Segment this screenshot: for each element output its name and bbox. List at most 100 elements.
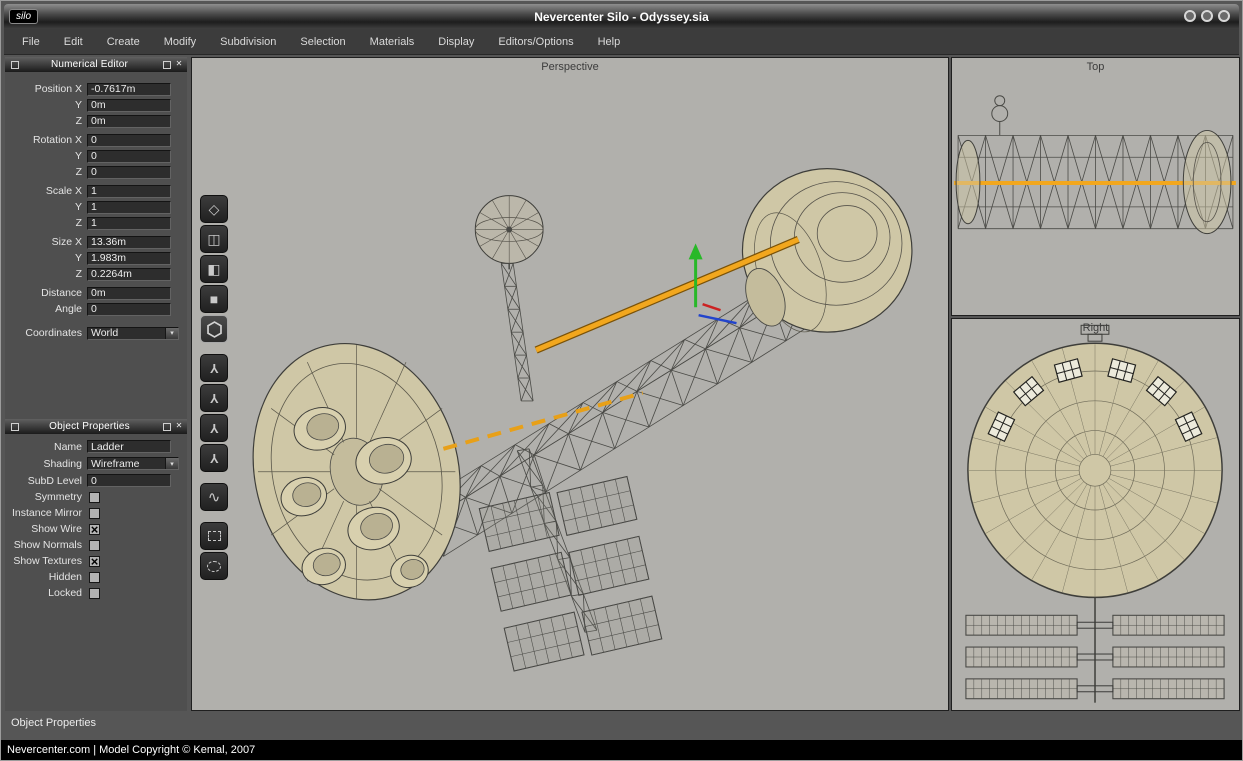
sidebar: Numerical Editor ✕ Position XYZRotation … <box>5 57 187 711</box>
position-y-label: Y <box>5 99 87 111</box>
distance-row: Distance <box>5 285 187 301</box>
show-textures-row: Show Textures× <box>5 553 187 569</box>
lasso-select-button[interactable] <box>200 552 228 580</box>
edge-mode-button[interactable]: ◫ <box>200 225 228 253</box>
menu-item-subdivision[interactable]: Subdivision <box>208 36 288 48</box>
minimize-button[interactable] <box>1184 10 1196 22</box>
menu-item-selection[interactable]: Selection <box>288 36 357 48</box>
rotation-x-input[interactable] <box>87 134 171 147</box>
coordinates-label: Coordinates <box>5 327 87 339</box>
numerical-editor-panel: Position XYZRotation XYZScale XYZSize XY… <box>5 72 187 341</box>
subd-label: SubD Level <box>5 475 87 487</box>
position-x-input[interactable] <box>87 83 171 96</box>
panel-collapse-icon[interactable] <box>11 61 19 69</box>
move-manipulator-button[interactable]: Y <box>200 354 228 382</box>
scale-manipulator-button[interactable]: Y <box>200 414 228 442</box>
angle-input[interactable] <box>87 303 171 316</box>
face-mode-button[interactable]: ◧ <box>200 255 228 283</box>
object-properties-panel: Name Shading Wireframe ▾ SubD Level Symm… <box>5 434 187 601</box>
show-wire-checkbox[interactable]: × <box>89 524 100 535</box>
size-y-input[interactable] <box>87 252 171 265</box>
menu-item-editors-options[interactable]: Editors/Options <box>486 36 585 48</box>
perspective-viewport[interactable]: Perspective ◇◫◧■YYYY∿ <box>191 57 949 711</box>
shading-dropdown[interactable]: Wireframe ▾ <box>87 457 179 470</box>
menu-item-display[interactable]: Display <box>426 36 486 48</box>
instance-mirror-label: Instance Mirror <box>5 507 87 519</box>
scale-x-label: Scale X <box>5 185 87 197</box>
scale-y-input[interactable] <box>87 201 171 214</box>
panel-close-icon[interactable]: ✕ <box>174 422 184 432</box>
menu-item-edit[interactable]: Edit <box>52 36 95 48</box>
menu-bar: FileEditCreateModifySubdivisionSelection… <box>4 29 1239 55</box>
show-textures-label: Show Textures <box>5 555 87 567</box>
top-viewport[interactable]: Top <box>951 57 1240 316</box>
numerical-editor-title: Numerical Editor <box>19 59 160 70</box>
spaceship-top-view <box>952 58 1239 315</box>
instance-mirror-checkbox[interactable] <box>89 508 100 519</box>
tripod-icon: Y <box>210 391 219 406</box>
name-input[interactable] <box>87 440 171 453</box>
position-z-row: Z <box>5 113 187 129</box>
size-x-input[interactable] <box>87 236 171 249</box>
object-properties-header[interactable]: Object Properties ✕ <box>5 419 187 434</box>
size-z-input[interactable] <box>87 268 171 281</box>
hidden-checkbox[interactable] <box>89 572 100 583</box>
right-viewport[interactable]: Right <box>951 318 1240 711</box>
maximize-button[interactable] <box>1201 10 1213 22</box>
panel-collapse-icon[interactable] <box>11 423 19 431</box>
title-bar[interactable]: silo Nevercenter Silo - Odyssey.sia <box>4 4 1239 29</box>
numerical-editor-header[interactable]: Numerical Editor ✕ <box>5 57 187 72</box>
status-text: Object Properties <box>11 717 96 729</box>
menu-item-modify[interactable]: Modify <box>152 36 208 48</box>
angle-row: Angle <box>5 301 187 317</box>
rotation-z-input[interactable] <box>87 166 171 179</box>
panel-close-icon[interactable]: ✕ <box>174 60 184 70</box>
footer-text: Nevercenter.com | Model Copyright © Kema… <box>7 744 255 756</box>
menu-item-help[interactable]: Help <box>586 36 633 48</box>
vertex-mode-button[interactable]: ◇ <box>200 195 228 223</box>
object-mode-button[interactable]: ■ <box>200 285 228 313</box>
angle-label: Angle <box>5 303 87 315</box>
app-window: silo Nevercenter Silo - Odyssey.sia File… <box>0 0 1243 761</box>
size-z-label: Z <box>5 268 87 280</box>
menu-item-file[interactable]: File <box>10 36 52 48</box>
multi-mode-button[interactable] <box>200 315 228 343</box>
menu-item-materials[interactable]: Materials <box>358 36 427 48</box>
dashed-rect-icon <box>208 531 221 541</box>
position-x-label: Position X <box>5 83 87 95</box>
locked-label: Locked <box>5 587 87 599</box>
universal-manipulator-button[interactable]: Y <box>200 444 228 472</box>
scale-x-row: Scale X <box>5 183 187 199</box>
rotate-manipulator-button[interactable]: Y <box>200 384 228 412</box>
position-y-input[interactable] <box>87 99 171 112</box>
locked-checkbox[interactable] <box>89 588 100 599</box>
subd-level-input[interactable] <box>87 474 171 487</box>
wave-icon: ∿ <box>208 488 221 506</box>
scale-x-input[interactable] <box>87 185 171 198</box>
panel-restore-icon[interactable] <box>163 423 171 431</box>
size-x-row: Size X <box>5 234 187 250</box>
scale-z-label: Z <box>5 217 87 229</box>
show-textures-checkbox[interactable]: × <box>89 556 100 567</box>
shading-row: Shading Wireframe ▾ <box>5 455 187 472</box>
panel-restore-icon[interactable] <box>163 61 171 69</box>
rect-select-button[interactable] <box>200 522 228 550</box>
soft-selection-button[interactable]: ∿ <box>200 483 228 511</box>
coordinates-value: World <box>88 327 165 339</box>
name-label: Name <box>5 441 87 453</box>
spaceship-model <box>192 58 948 710</box>
shading-label: Shading <box>5 458 87 470</box>
symmetry-checkbox[interactable] <box>89 492 100 503</box>
close-button[interactable] <box>1218 10 1230 22</box>
show-normals-checkbox[interactable] <box>89 540 100 551</box>
menu-item-create[interactable]: Create <box>95 36 152 48</box>
name-row: Name <box>5 438 187 455</box>
rotation-y-input[interactable] <box>87 150 171 163</box>
coordinates-dropdown[interactable]: World ▾ <box>87 327 179 340</box>
chevron-down-icon: ▾ <box>165 458 178 469</box>
scale-z-input[interactable] <box>87 217 171 230</box>
size-y-row: Y <box>5 250 187 266</box>
locked-row: Locked <box>5 585 187 601</box>
distance-input[interactable] <box>87 287 171 300</box>
position-z-input[interactable] <box>87 115 171 128</box>
